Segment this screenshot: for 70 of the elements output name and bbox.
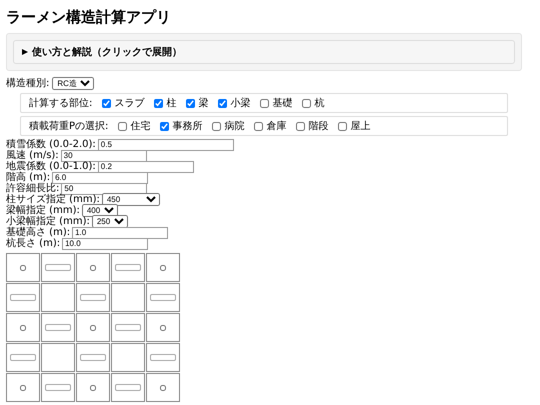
checkbox[interactable]	[254, 122, 264, 130]
details-summary[interactable]: 使い方と解説（クリックで展開）	[13, 40, 515, 64]
checkbox[interactable]	[212, 122, 222, 130]
checkbox[interactable]	[90, 384, 96, 390]
input-field[interactable]	[115, 324, 141, 331]
input-field[interactable]: 6.0	[52, 172, 148, 184]
input-field[interactable]	[115, 384, 141, 391]
field-label: 杭長さ (m):	[6, 238, 60, 249]
input-field[interactable]: 0.2	[98, 160, 194, 172]
input-field[interactable]: 0.5	[98, 138, 234, 150]
checkbox[interactable]	[160, 122, 170, 130]
field-label: 許容細長比:	[6, 183, 60, 194]
field-label: 梁幅指定 (mm):	[6, 205, 80, 216]
option-label: 基礎	[272, 96, 292, 110]
checkbox[interactable]	[154, 98, 164, 108]
checkbox[interactable]	[102, 98, 112, 108]
input-field[interactable]	[150, 294, 176, 301]
checkbox[interactable]	[20, 384, 26, 390]
field-label: 基礎高さ (m):	[6, 227, 70, 238]
checkbox[interactable]	[160, 264, 166, 270]
field-label: 柱サイズ指定 (mm):	[6, 194, 100, 205]
input-field[interactable]	[45, 324, 71, 331]
field-label: 地震係数 (0.0-1.0):	[6, 161, 96, 172]
checkbox[interactable]	[218, 98, 228, 108]
input-field[interactable]: 1.0	[72, 226, 168, 238]
input-field[interactable]	[45, 384, 71, 391]
option-label: 階段	[308, 120, 328, 133]
checkbox[interactable]	[160, 324, 166, 330]
option-label: 住宅	[130, 120, 150, 133]
option-label: 梁	[198, 96, 208, 110]
option-label: 倉庫	[266, 120, 286, 133]
checkbox[interactable]	[160, 384, 166, 390]
input-field[interactable]	[115, 264, 141, 271]
option-label: 杭	[314, 96, 324, 110]
page-title: ラーメン構造計算アプリ	[6, 8, 172, 27]
triangle-icon	[22, 49, 28, 55]
option-label: 小梁	[230, 96, 250, 110]
checkbox[interactable]	[186, 98, 196, 108]
input-field[interactable]	[45, 264, 71, 271]
checkbox[interactable]	[90, 324, 96, 330]
input-field[interactable]	[80, 294, 106, 301]
input-field[interactable]: 30	[60, 150, 147, 162]
option-label: スラブ	[114, 96, 144, 110]
group-label: 積載荷重Pの選択:	[29, 120, 108, 133]
option-label: 屋上	[350, 120, 370, 133]
field-label: 風速 (m/s):	[6, 150, 59, 161]
option-label: 事務所	[172, 120, 202, 133]
field-label: 積雪係数 (0.0-2.0):	[6, 139, 96, 150]
input-field[interactable]	[80, 354, 106, 361]
checkbox[interactable]	[302, 98, 312, 108]
input-field[interactable]	[10, 354, 36, 361]
input-field[interactable]	[10, 294, 36, 301]
checkbox[interactable]	[90, 264, 96, 270]
checkbox[interactable]	[20, 264, 26, 270]
structure-label: 構造種別:	[6, 76, 50, 90]
checkbox[interactable]	[118, 122, 128, 130]
checkbox[interactable]	[260, 98, 270, 108]
checkbox[interactable]	[296, 122, 306, 130]
checkbox[interactable]	[20, 324, 26, 330]
option-label: 病院	[224, 120, 244, 133]
select-field[interactable]: 450	[102, 193, 160, 206]
structure-select[interactable]: RC造	[52, 76, 94, 90]
group-label: 計算する部位:	[29, 96, 92, 110]
checkbox[interactable]	[338, 122, 348, 130]
input-field[interactable]	[150, 354, 176, 361]
option-label: 柱	[166, 96, 176, 110]
field-label: 階高 (m):	[6, 172, 50, 183]
input-field[interactable]: 10.0	[62, 238, 148, 250]
select-field[interactable]: 250	[92, 215, 128, 228]
field-label: 小梁幅指定 (mm):	[6, 216, 90, 227]
